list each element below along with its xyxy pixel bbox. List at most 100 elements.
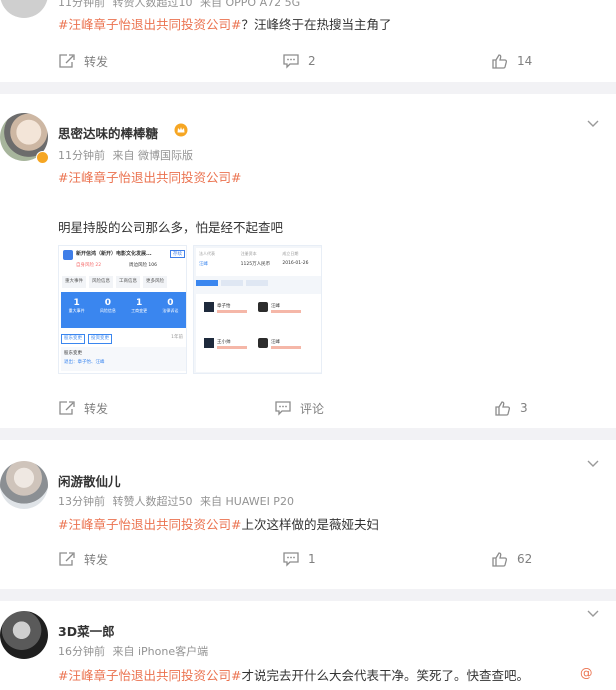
chevron-down-icon[interactable] (586, 116, 600, 130)
chevron-down-icon[interactable] (586, 456, 600, 470)
comment-label: 评论 (300, 401, 325, 416)
post-source: 来自 iPhone客户端 (112, 645, 209, 658)
repost-button[interactable]: 转发 (58, 396, 108, 420)
post-meta: 13分钟前 转赞人数超过50 来自 HUAWEI P20 (58, 493, 298, 509)
repost-label: 转发 (84, 552, 109, 567)
topic-link[interactable]: #汪峰章子怡退出共同投资公司# (58, 517, 241, 532)
change-detail: 退出：章子怡、汪峰 (64, 360, 105, 365)
like-button[interactable]: 3 (494, 396, 528, 420)
avatar[interactable] (0, 461, 48, 509)
comment-count: 2 (308, 54, 316, 68)
post-meta: 11分钟前 转赞人数超过10 来自 OPPO A72 5G (58, 0, 304, 10)
post-source: 来自 OPPO A72 5G (200, 0, 301, 9)
count-label-3: 工商变更 (131, 308, 148, 313)
post-2: 思密达味的棒棒糖 11分钟前 来自 微博国际版 #汪峰章子怡退出共同投资公司# … (0, 94, 616, 428)
repost-button[interactable]: 转发 (58, 547, 108, 571)
avatar[interactable] (0, 611, 48, 659)
post-content: #汪峰章子怡退出共同投资公司#上次这样做的是薇娅夫妇 (58, 514, 379, 533)
repost-label: 转发 (84, 54, 109, 69)
company-title: 新开信鸿（新开）电影文化发展... (76, 251, 152, 257)
info-value-2: 1125万人民币 (240, 262, 271, 267)
comment-icon (283, 54, 299, 69)
post-actions: 转发 2 14 (0, 49, 616, 73)
post-text: 明星持股的公司那么多，怕是经不起查吧 (58, 220, 284, 235)
comment-button[interactable]: 1 (282, 547, 316, 571)
post-source: 来自 微博国际版 (112, 149, 194, 162)
comment-button[interactable]: 2 (282, 49, 316, 73)
avatar[interactable] (0, 0, 48, 18)
post-content: #汪峰章子怡退出共同投资公司#？汪峰终于在热搜当主角了 (58, 14, 391, 33)
risk-stat-1: 自身风险 22 (76, 263, 102, 268)
count-2: 0 (104, 298, 111, 308)
verified-badge (36, 151, 49, 164)
like-button[interactable]: 14 (491, 49, 532, 73)
username[interactable]: 思密达味的棒棒糖 (58, 123, 158, 142)
post-content: #汪峰章子怡退出共同投资公司#才说完去开什么大会代表干净。笑死了。快查查吧。 (58, 665, 529, 684)
share-icon (59, 552, 75, 566)
post-text: ？汪峰终于在热搜当主角了 (241, 17, 392, 32)
info-value-1: 汪峰 (199, 262, 208, 267)
post-time[interactable]: 11分钟前 (58, 149, 105, 162)
company-status: 存续 (170, 250, 185, 258)
tab-more: 更多风险 (143, 276, 167, 288)
topic-link[interactable]: #汪峰章子怡退出共同投资公司# (58, 170, 241, 185)
change-tag-2: 投资变更 (88, 334, 112, 344)
person-1: 章子怡 (217, 304, 231, 309)
post-meta: 11分钟前 来自 微博国际版 (58, 147, 197, 163)
post-time[interactable]: 11分钟前 (58, 0, 105, 9)
post-actions: 转发 1 62 (0, 547, 616, 571)
post-image-2[interactable]: 法人代表 汪峰 注册资本 1125万人民币 成立日期 2016-01-26 章子怡 汪… (193, 245, 322, 374)
post-source: 来自 HUAWEI P20 (200, 495, 294, 508)
comment-button[interactable]: 评论 (274, 396, 324, 420)
tab-risk: 风险信息 (89, 276, 113, 288)
change-time: 1年前 (171, 335, 183, 340)
post-text: 才说完去开什么大会代表干净。笑死了。快查查吧。 (241, 668, 529, 683)
repost-button[interactable]: 转发 (58, 49, 108, 73)
like-button[interactable]: 62 (491, 547, 532, 571)
count-label-4: 法律诉讼 (162, 308, 179, 313)
post-text: 上次这样做的是薇娅夫妇 (241, 517, 379, 532)
person-2: 汪峰 (271, 304, 280, 309)
share-icon (59, 54, 75, 68)
topic-line: #汪峰章子怡退出共同投资公司# (58, 167, 241, 186)
info-value-3: 2016-01-26 (282, 261, 309, 266)
post-image-1[interactable]: 新开信鸿（新开）电影文化发展... 存续 自身风险 22 周边风险 106 重大… (58, 245, 187, 374)
thumbs-up-icon (492, 54, 508, 69)
like-count: 14 (517, 54, 533, 68)
repost-count: 转赞人数超过50 (112, 495, 193, 508)
comment-icon (283, 552, 299, 567)
vip-crown-icon (174, 123, 188, 137)
post-3: 闲游散仙儿 13分钟前 转赞人数超过50 来自 HUAWEI P20 #汪峰章子… (0, 440, 616, 589)
count-label-2: 风险信息 (99, 308, 116, 313)
post-1: 11分钟前 转赞人数超过10 来自 OPPO A72 5G #汪峰章子怡退出共同… (0, 0, 616, 82)
username[interactable]: 闲游散仙儿 (58, 471, 121, 490)
share-icon (59, 401, 75, 415)
divider (0, 428, 616, 440)
divider (0, 589, 616, 601)
divider (0, 82, 616, 94)
like-count: 62 (517, 552, 533, 566)
info-label-2: 注册资本 (240, 251, 257, 256)
post-4: 3D菜一郎 16分钟前 来自 iPhone客户端 #汪峰章子怡退出共同投资公司#… (0, 601, 616, 690)
post-meta: 16分钟前 来自 iPhone客户端 (58, 643, 212, 659)
topic-link[interactable]: #汪峰章子怡退出共同投资公司# (58, 668, 241, 683)
username[interactable]: 3D菜一郎 (58, 621, 115, 640)
person-4: 汪峰 (271, 340, 280, 345)
post-time[interactable]: 16分钟前 (58, 645, 105, 658)
post-time[interactable]: 13分钟前 (58, 495, 105, 508)
change-type: 股东变更 (64, 351, 82, 356)
topic-link[interactable]: #汪峰章子怡退出共同投资公司# (58, 17, 241, 32)
count-4: 0 (167, 298, 174, 308)
thumbs-up-icon (492, 552, 508, 567)
info-label-1: 法人代表 (199, 251, 215, 256)
thumbs-up-icon (495, 401, 511, 416)
chevron-down-icon[interactable] (586, 606, 600, 620)
repost-count: 转赞人数超过10 (112, 0, 193, 9)
person-3: 王小帅 (217, 340, 231, 345)
comment-icon (275, 401, 291, 416)
mention-link[interactable]: @ (580, 665, 593, 680)
comment-count: 1 (308, 552, 316, 566)
count-1: 1 (73, 298, 80, 308)
like-count: 3 (520, 401, 528, 415)
tab-business: 工商信息 (116, 276, 140, 288)
